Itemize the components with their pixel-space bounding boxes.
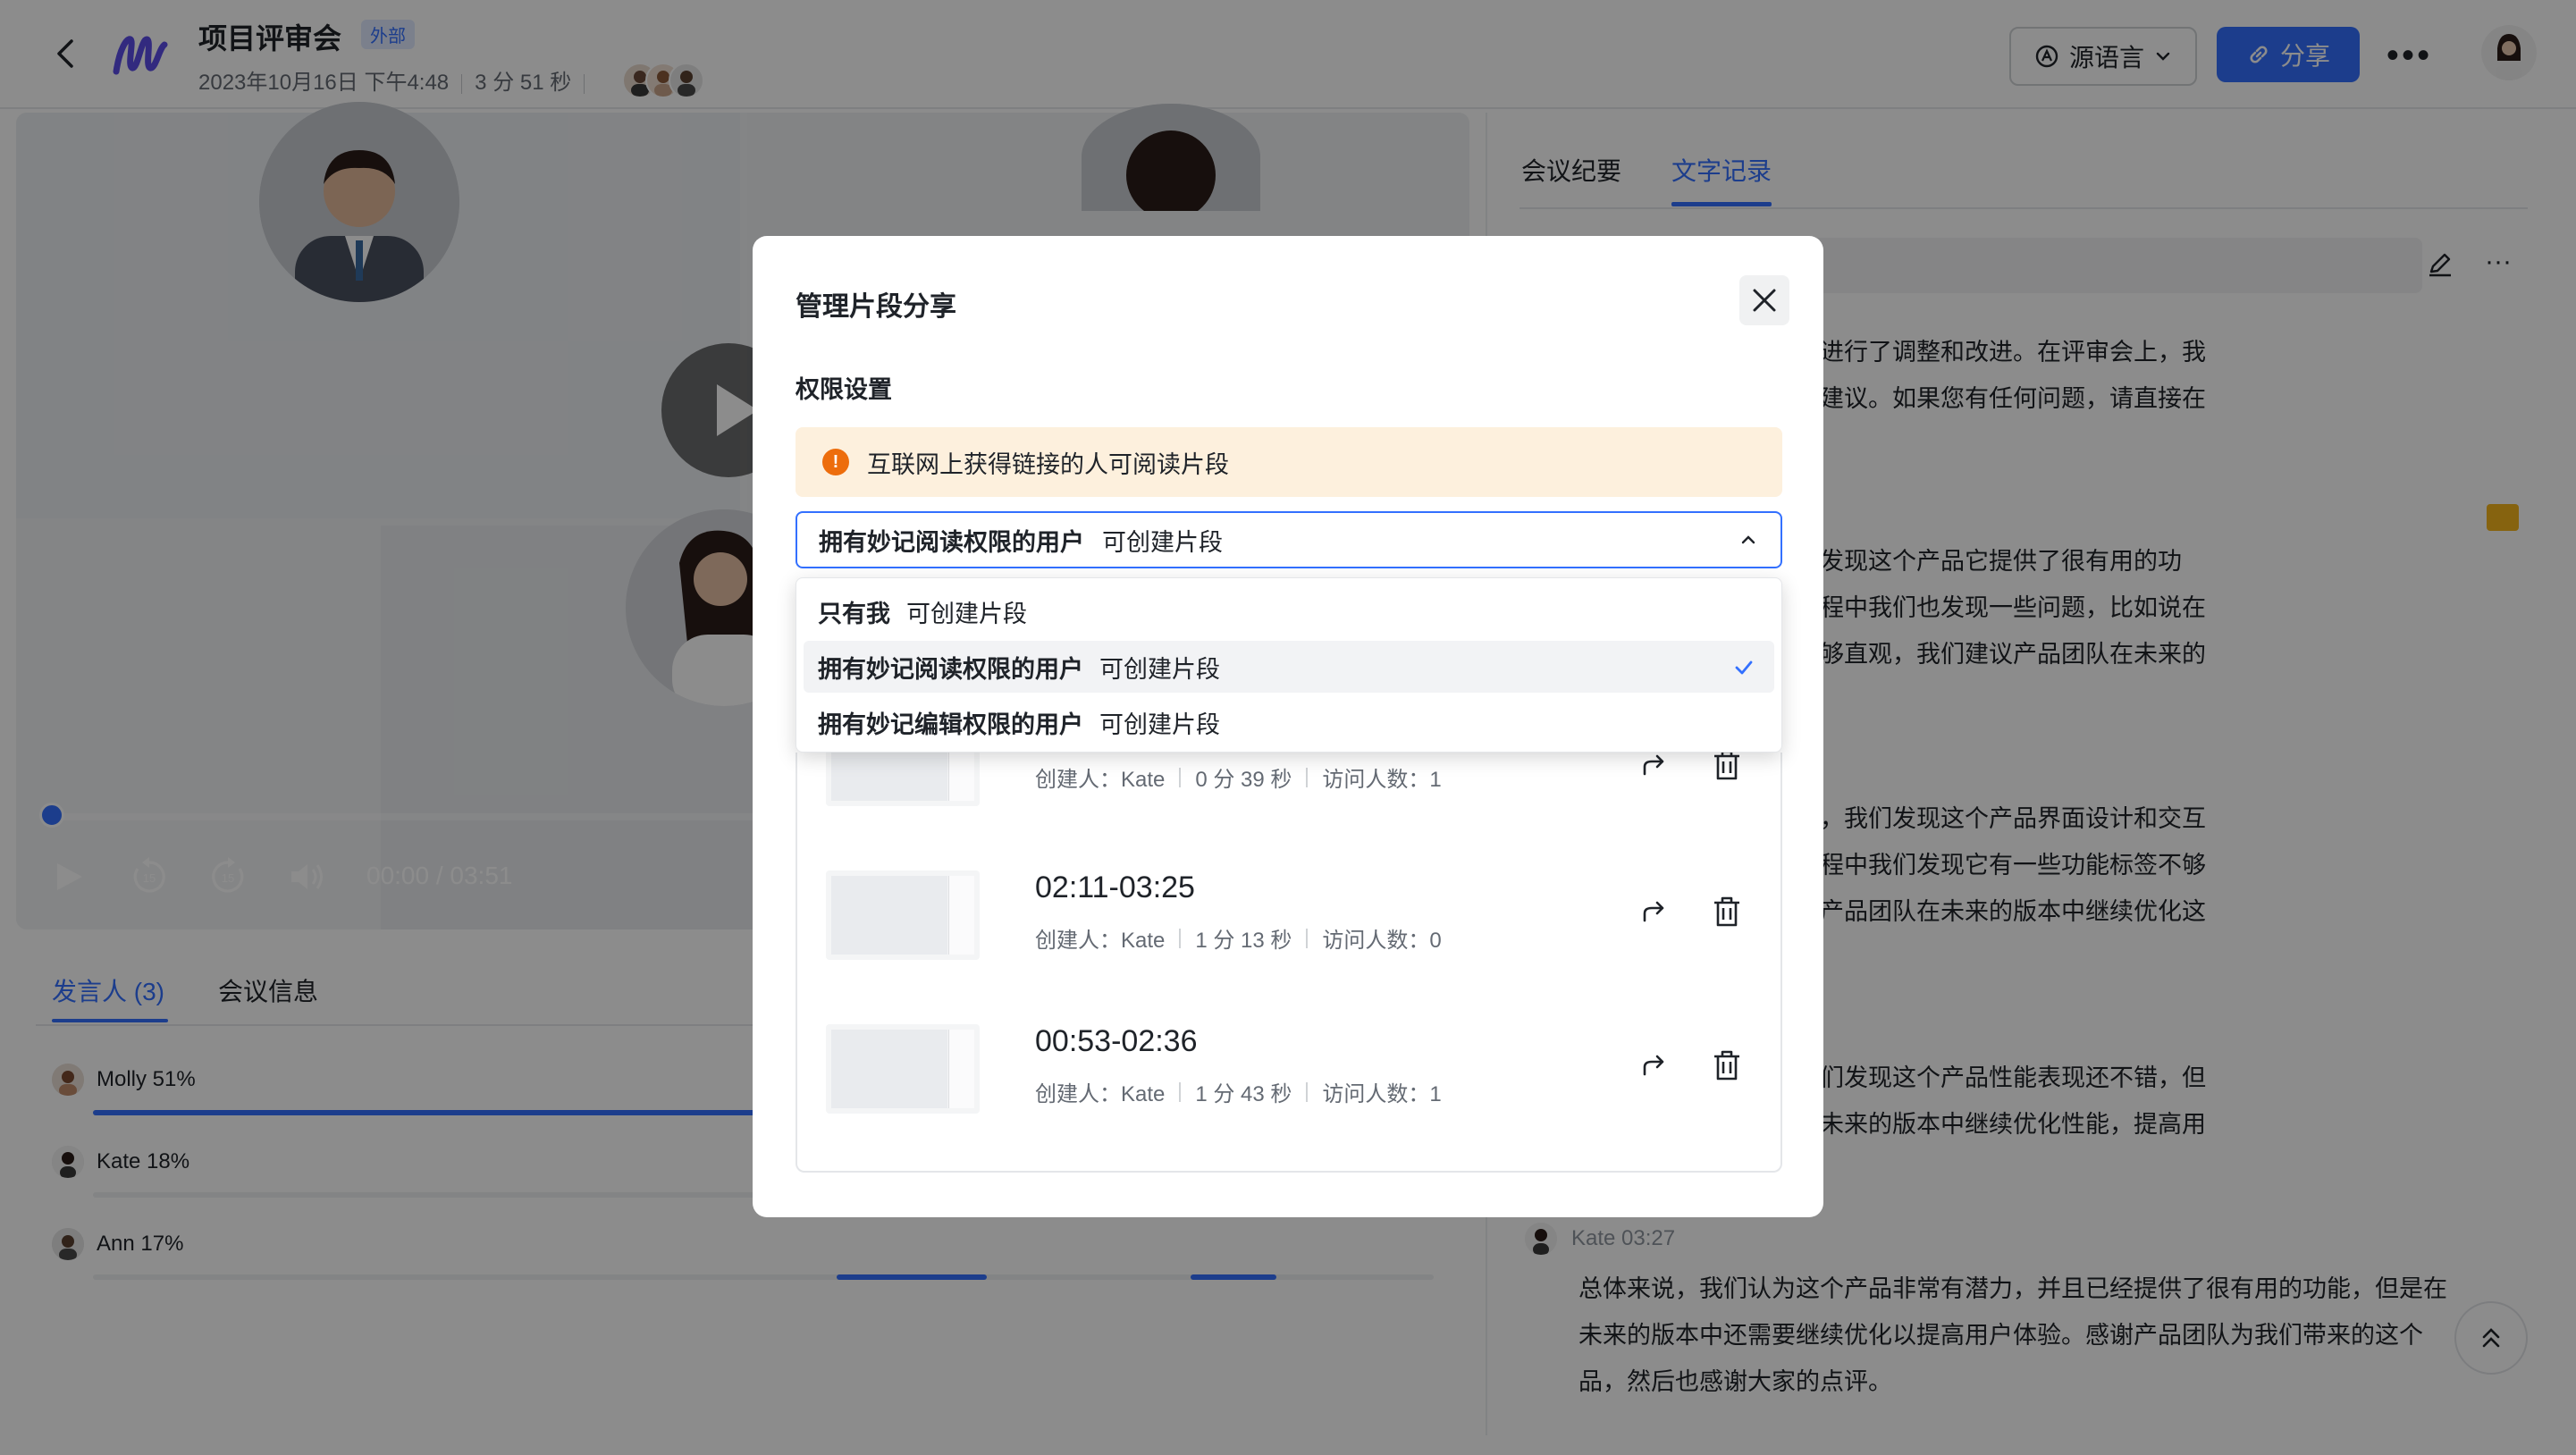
clip-meta: 创建人：Kate 0 分 39 秒 访问人数：1 bbox=[1035, 761, 1442, 793]
chevron-up-icon bbox=[1741, 535, 1755, 544]
option-who: 拥有妙记编辑权限的用户 bbox=[818, 711, 1083, 738]
checkmark-icon bbox=[1735, 660, 1753, 675]
clip-item[interactable]: 00:53-02:36 创建人：Kate 1 分 43 秒 访问人数：1 bbox=[826, 1024, 1764, 1124]
warning-icon: ! bbox=[822, 449, 849, 475]
permission-section-title: 权限设置 bbox=[796, 376, 892, 403]
dialog-title: 管理片段分享 bbox=[796, 292, 956, 322]
clip-thumbnail bbox=[826, 870, 980, 960]
clip-item[interactable]: 02:11-03:25 创建人：Kate 1 分 13 秒 访问人数：0 bbox=[826, 870, 1764, 971]
trash-icon[interactable] bbox=[1711, 747, 1743, 783]
clip-visits: 访问人数：1 bbox=[1322, 1082, 1442, 1106]
clip-thumbnail bbox=[826, 1024, 980, 1114]
close-icon bbox=[1753, 289, 1776, 312]
selected-capability: 可创建片段 bbox=[1102, 528, 1223, 556]
trash-icon[interactable] bbox=[1711, 1047, 1743, 1083]
clip-visits: 访问人数：0 bbox=[1322, 929, 1442, 953]
permission-select[interactable]: 拥有妙记阅读权限的用户 可创建片段 bbox=[796, 511, 1782, 568]
option-only-me[interactable]: 只有我 可创建片段 bbox=[804, 585, 1774, 637]
share-icon[interactable] bbox=[1637, 894, 1673, 929]
clip-creator: 创建人：Kate bbox=[1035, 929, 1166, 953]
permission-dropdown: 只有我 可创建片段 拥有妙记阅读权限的用户 可创建片段 拥有妙记编辑权限的用户 … bbox=[796, 577, 1782, 753]
share-icon[interactable] bbox=[1637, 1047, 1673, 1083]
clip-meta: 创建人：Kate 1 分 43 秒 访问人数：1 bbox=[1035, 1076, 1442, 1107]
clip-creator: 创建人：Kate bbox=[1035, 768, 1166, 792]
clip-range: 02:11-03:25 bbox=[1035, 870, 1195, 904]
option-who: 拥有妙记阅读权限的用户 bbox=[818, 655, 1083, 683]
clip-length: 0 分 39 秒 bbox=[1195, 768, 1292, 792]
notice-text: 互联网上获得链接的人可阅读片段 bbox=[867, 450, 1229, 478]
option-capability: 可创建片段 bbox=[1099, 655, 1220, 683]
clip-length: 1 分 43 秒 bbox=[1195, 1082, 1292, 1106]
option-edit-permission-users[interactable]: 拥有妙记编辑权限的用户 可创建片段 bbox=[804, 696, 1774, 748]
public-link-notice: ! 互联网上获得链接的人可阅读片段 bbox=[796, 427, 1782, 497]
trash-icon[interactable] bbox=[1711, 894, 1743, 929]
clip-visits: 访问人数：1 bbox=[1322, 768, 1442, 792]
selected-who: 拥有妙记阅读权限的用户 bbox=[819, 528, 1084, 556]
option-capability: 可创建片段 bbox=[1099, 711, 1220, 738]
clip-range: 00:53-02:36 bbox=[1035, 1024, 1198, 1058]
clip-meta: 创建人：Kate 1 分 13 秒 访问人数：0 bbox=[1035, 922, 1442, 954]
clip-creator: 创建人：Kate bbox=[1035, 1082, 1166, 1106]
option-capability: 可创建片段 bbox=[906, 600, 1027, 627]
close-button[interactable] bbox=[1739, 275, 1789, 325]
share-icon[interactable] bbox=[1637, 747, 1673, 783]
clip-length: 1 分 13 秒 bbox=[1195, 929, 1292, 953]
option-read-permission-users[interactable]: 拥有妙记阅读权限的用户 可创建片段 bbox=[804, 641, 1774, 693]
option-who: 只有我 bbox=[818, 600, 890, 627]
